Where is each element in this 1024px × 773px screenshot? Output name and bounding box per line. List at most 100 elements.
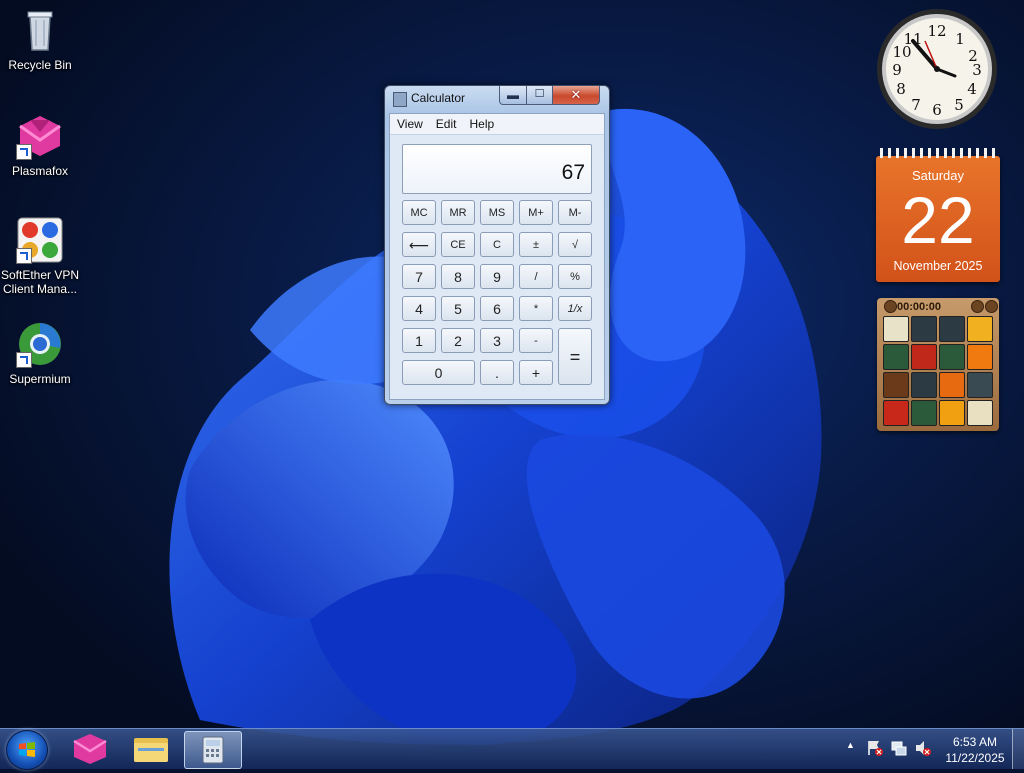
puzzle-tile[interactable] (967, 344, 993, 370)
display-value: 67 (561, 161, 585, 184)
picture-puzzle-gadget[interactable]: 00:00:00 (877, 298, 999, 431)
sqrt-button[interactable]: √ (558, 232, 592, 257)
digit-8-button[interactable]: 8 (441, 264, 475, 289)
volume-muted-icon[interactable] (914, 739, 932, 757)
menu-edit[interactable]: Edit (429, 114, 463, 134)
puzzle-tile[interactable] (911, 316, 937, 342)
m-minus-button[interactable]: M- (558, 200, 592, 225)
clock-gadget[interactable]: 12 1 2 345 678 9 10 11 (876, 8, 998, 130)
ce-button[interactable]: CE (441, 232, 475, 257)
network-icon[interactable] (890, 739, 908, 757)
calculator-app-icon (393, 92, 407, 107)
calculator-titlebar[interactable]: Calculator ▬ ☐ ✕ (385, 86, 607, 110)
close-button[interactable]: ✕ (552, 86, 600, 105)
trash-icon (16, 6, 64, 54)
calculator-title: Calculator (411, 91, 466, 105)
recycle-bin-icon[interactable]: Recycle Bin (0, 6, 80, 72)
puzzle-tile[interactable] (967, 400, 993, 426)
digit-9-button[interactable]: 9 (480, 264, 514, 289)
taskbar-explorer[interactable] (123, 731, 179, 767)
percent-button[interactable]: % (558, 264, 592, 289)
puzzle-tile[interactable] (911, 400, 937, 426)
calculator-taskbar-icon (202, 736, 224, 764)
svg-text:1: 1 (955, 30, 965, 48)
close-icon: ✕ (570, 87, 582, 102)
multiply-button[interactable]: * (519, 296, 553, 321)
menu-help[interactable]: Help (462, 114, 500, 134)
minimize-button[interactable]: ▬ (499, 86, 527, 105)
minimize-icon: ▬ (507, 88, 519, 102)
taskbar-calculator[interactable] (184, 731, 242, 769)
supermium-shortcut[interactable]: Supermium (0, 320, 80, 386)
taskbar: ▲ 6:53 AM 11/22/2025 (0, 728, 1024, 770)
divide-button[interactable]: / (519, 264, 553, 289)
puzzle-tile[interactable] (939, 316, 965, 342)
digit-4-button[interactable]: 4 (402, 296, 436, 321)
calculator-window[interactable]: Calculator ▬ ☐ ✕ View Edit Help 67 MC MR… (384, 85, 610, 405)
calendar-month-year: November 2025 (893, 259, 983, 273)
puzzle-tile[interactable] (967, 372, 993, 398)
puzzle-tile[interactable] (939, 372, 965, 398)
c-button[interactable]: C (480, 232, 514, 257)
puzzle-tile[interactable] (883, 372, 909, 398)
start-button[interactable] (6, 730, 48, 770)
digit-5-button[interactable]: 5 (441, 296, 475, 321)
negate-button[interactable]: ± (519, 232, 553, 257)
digit-2-button[interactable]: 2 (441, 328, 475, 353)
system-clock[interactable]: 6:53 AM 11/22/2025 (940, 734, 1010, 766)
svg-text:5: 5 (954, 96, 964, 114)
calendar-body: Saturday 22 November 2025 (876, 156, 1000, 282)
puzzle-tile[interactable] (883, 316, 909, 342)
puzzle-tile[interactable] (883, 400, 909, 426)
digit-3-button[interactable]: 3 (480, 328, 514, 353)
calendar-date: 22 (901, 183, 975, 257)
supermium-label: Supermium (9, 372, 71, 386)
subtract-button[interactable]: - (519, 328, 553, 353)
digit-7-button[interactable]: 7 (402, 264, 436, 289)
mr-button[interactable]: MR (441, 200, 475, 225)
equals-button[interactable]: = (558, 328, 592, 385)
plasmafox-label: Plasmafox (11, 164, 69, 178)
menubar: View Edit Help (390, 114, 604, 135)
clock-date: 11/22/2025 (945, 751, 1005, 765)
svg-text:9: 9 (892, 61, 902, 79)
backspace-button[interactable]: ⟵ (402, 232, 436, 257)
maximize-button[interactable]: ☐ (526, 86, 553, 105)
puzzle-tile[interactable] (939, 344, 965, 370)
clock-time: 6:53 AM (952, 735, 998, 749)
puzzle-tile[interactable] (911, 372, 937, 398)
taskbar-plasmafox[interactable] (62, 731, 118, 767)
svg-text:4: 4 (967, 80, 977, 98)
svg-text:3: 3 (972, 61, 982, 79)
puzzle-tile[interactable] (911, 344, 937, 370)
digit-0-button[interactable]: 0 (402, 360, 475, 385)
digit-1-button[interactable]: 1 (402, 328, 436, 353)
mc-button[interactable]: MC (402, 200, 436, 225)
windows-logo-icon (19, 742, 35, 757)
action-center-flag-icon[interactable] (866, 739, 884, 757)
calendar-day: Saturday (911, 168, 965, 183)
puzzle-timer-icon (884, 300, 897, 313)
show-hidden-icons-button[interactable]: ▲ (846, 740, 855, 750)
calendar-gadget[interactable]: Saturday 22 November 2025 (876, 148, 1000, 282)
svg-text:6: 6 (932, 101, 942, 119)
puzzle-solve-icon[interactable] (985, 300, 998, 313)
m-plus-button[interactable]: M+ (519, 200, 553, 225)
add-button[interactable]: + (519, 360, 553, 385)
decimal-button[interactable]: . (480, 360, 514, 385)
plasmafox-shortcut[interactable]: Plasmafox (0, 112, 80, 178)
menu-view[interactable]: View (390, 114, 429, 134)
puzzle-tile[interactable] (883, 344, 909, 370)
maximize-icon: ☐ (534, 88, 545, 100)
puzzle-tile[interactable] (939, 400, 965, 426)
puzzle-help-icon[interactable] (971, 300, 984, 313)
digit-6-button[interactable]: 6 (480, 296, 514, 321)
puzzle-grid (883, 316, 993, 426)
plasmafox-taskbar-icon (73, 734, 107, 764)
show-desktop-button[interactable] (1012, 729, 1024, 769)
recycle-bin-label: Recycle Bin (8, 58, 72, 72)
reciprocal-button[interactable]: 1/x (558, 296, 592, 321)
ms-button[interactable]: MS (480, 200, 514, 225)
softether-shortcut[interactable]: SoftEther VPN Client Mana... (0, 216, 80, 296)
puzzle-tile[interactable] (967, 316, 993, 342)
